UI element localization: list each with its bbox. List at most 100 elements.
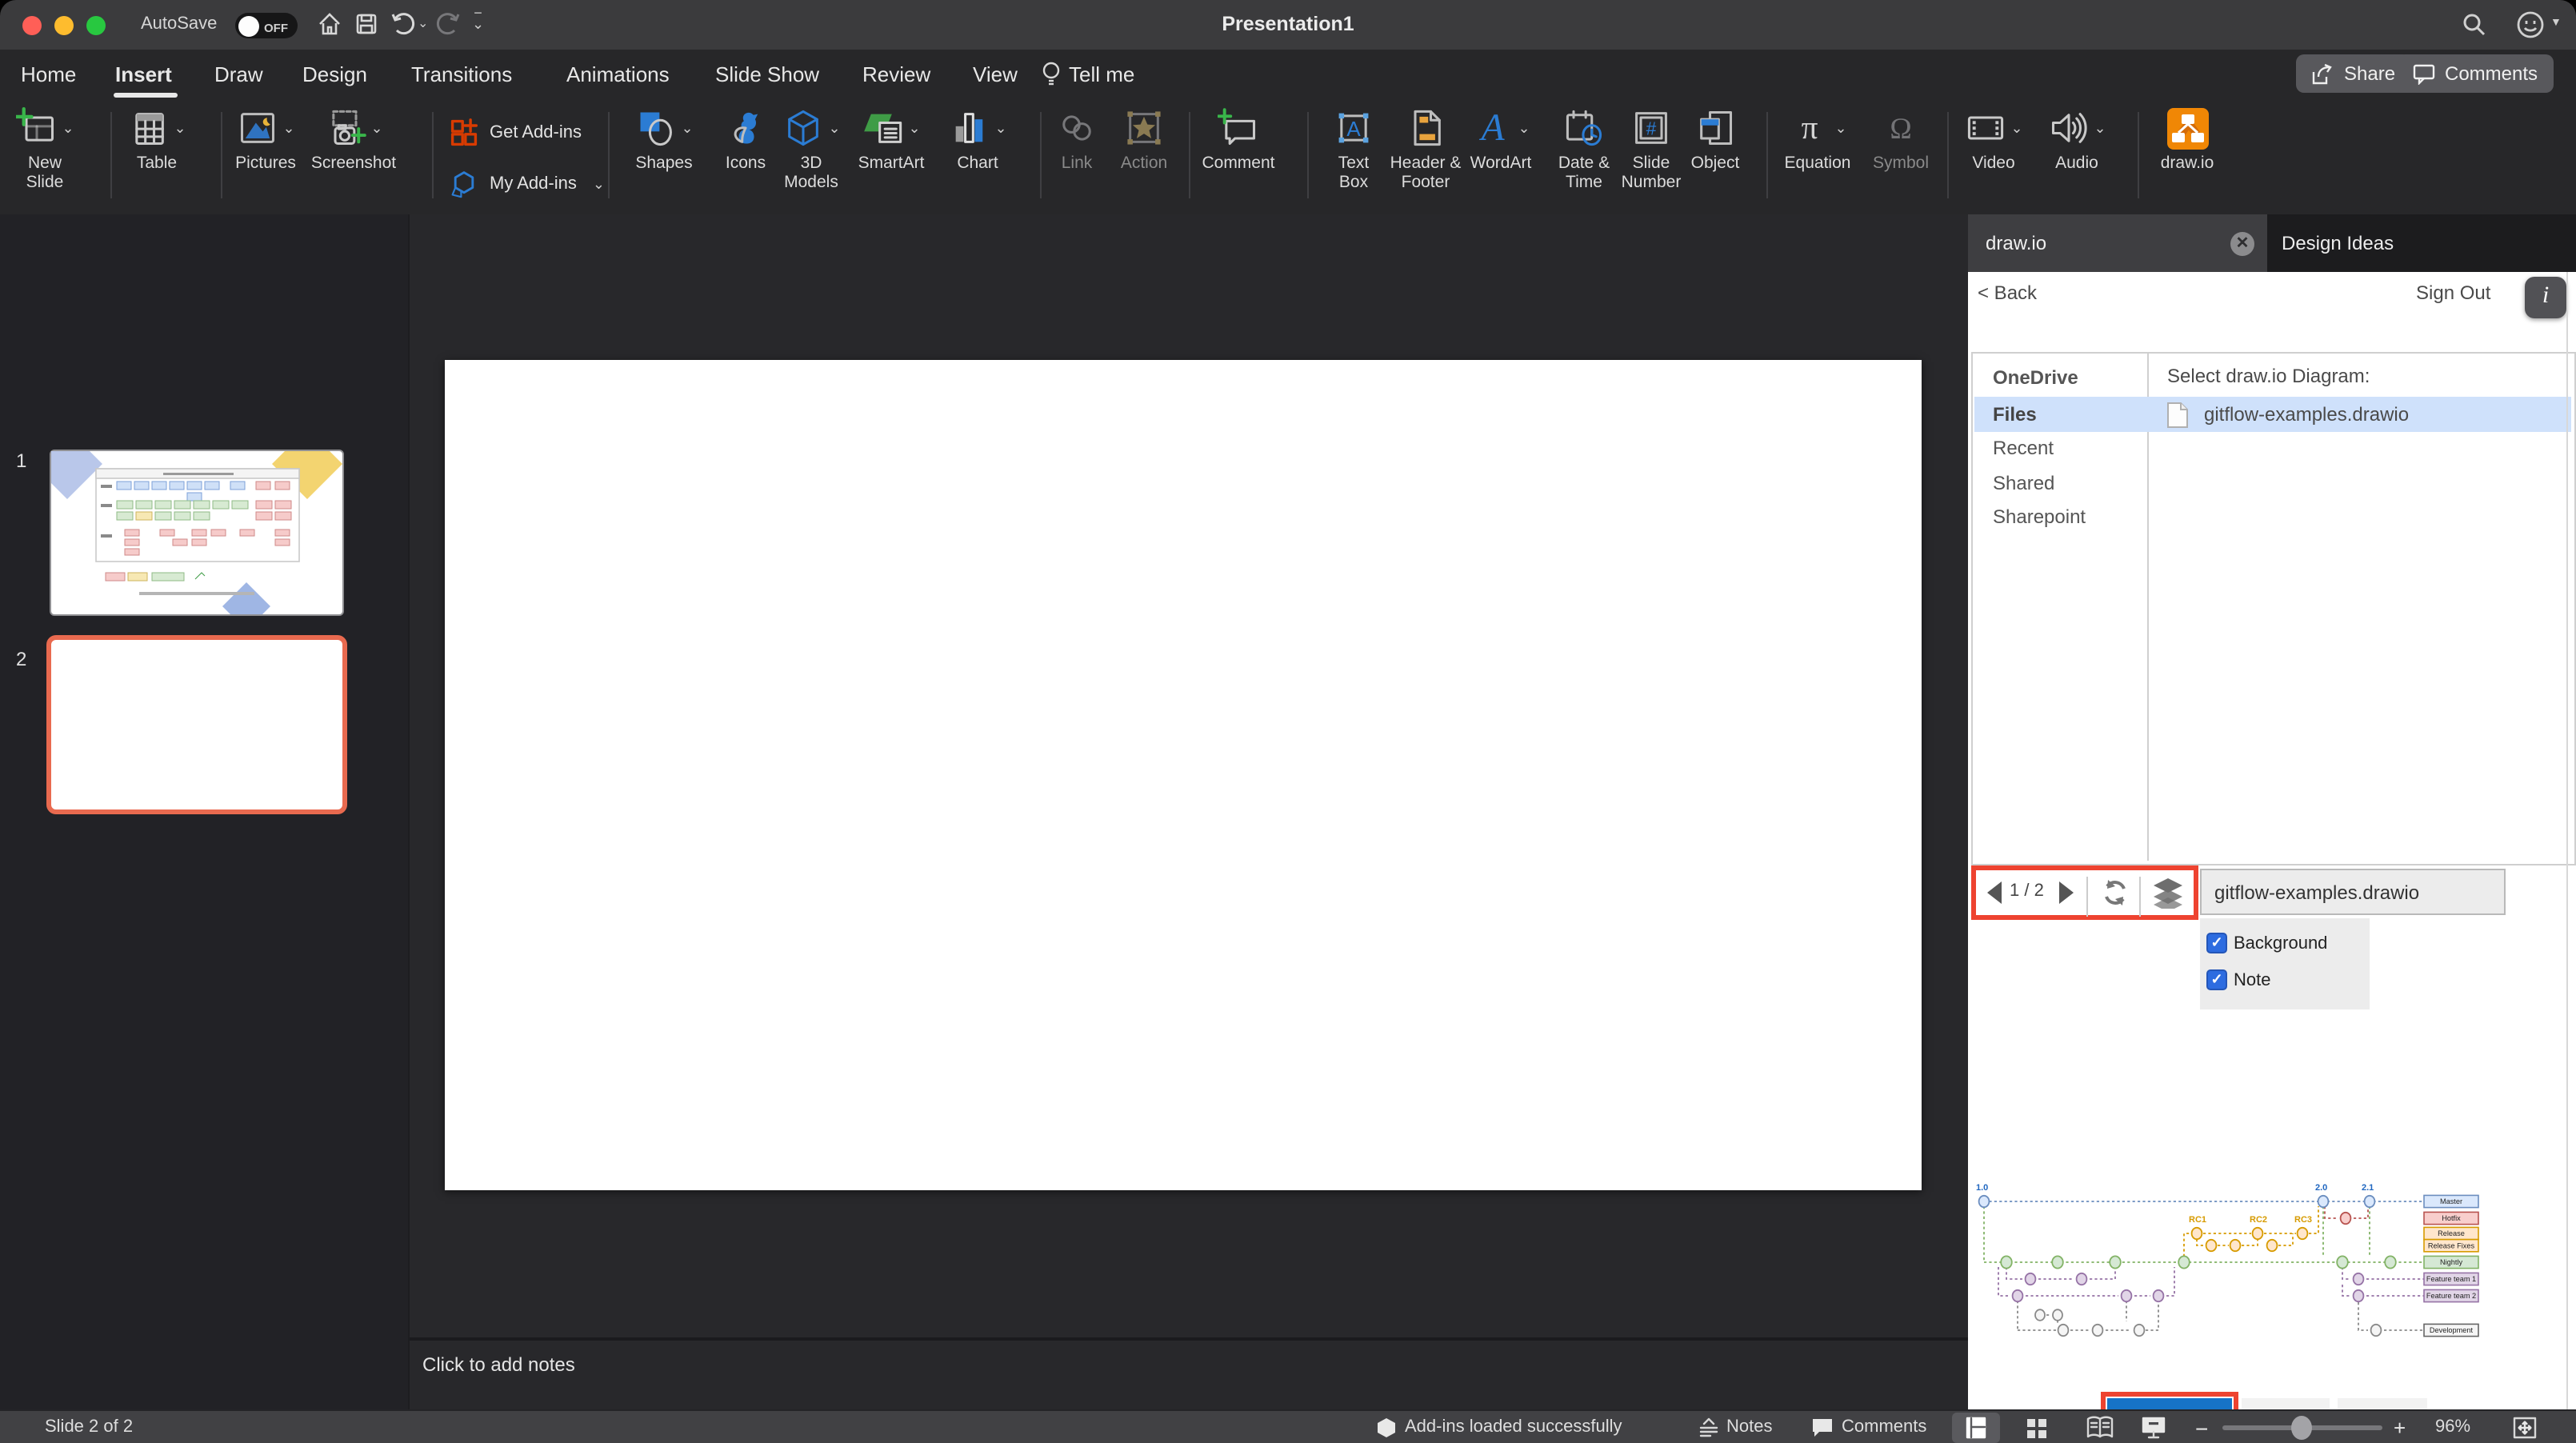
shapes-button[interactable]: ⌄ Shapes	[627, 106, 701, 174]
tab-insert[interactable]: Insert	[115, 62, 172, 86]
diagram-filename-input[interactable]: gitflow-examples.drawio	[2200, 869, 2506, 915]
slide-number-button[interactable]: # Slide Number	[1613, 106, 1690, 192]
screenshot-chevron[interactable]: ⌄	[370, 119, 382, 137]
audio-chevron[interactable]: ⌄	[2094, 119, 2106, 137]
3d-models-chevron[interactable]: ⌄	[828, 119, 840, 137]
taskpane-tab-design-ideas[interactable]: Design Ideas	[2267, 214, 2576, 272]
page-nav-annotation: 1 / 2	[1971, 865, 2198, 920]
group-divider	[1040, 112, 1042, 198]
next-page-button[interactable]	[2059, 881, 2074, 904]
sidebar-item-files[interactable]: Files	[1974, 397, 2166, 431]
branch-nightly: Nightly	[2440, 1258, 2462, 1266]
sidebar-item-shared[interactable]: Shared	[1974, 466, 2166, 500]
account-icon[interactable]	[2515, 10, 2546, 40]
tab-review[interactable]: Review	[862, 62, 930, 86]
group-divider	[110, 112, 112, 198]
slide-2-thumbnail-selected[interactable]	[46, 635, 347, 814]
notes-toggle[interactable]: Notes	[1726, 1417, 1773, 1437]
zoom-slider-thumb[interactable]	[2291, 1416, 2312, 1440]
back-link[interactable]: < Back	[1978, 282, 2037, 304]
search-icon[interactable]	[2461, 11, 2488, 38]
tab-transitions[interactable]: Transitions	[411, 62, 512, 86]
taskpane-tab-drawio-label: draw.io	[1986, 232, 2047, 254]
sidebar-item-sharepoint[interactable]: Sharepoint	[1974, 500, 2166, 534]
tab-tell-me[interactable]: Tell me	[1069, 62, 1134, 86]
reading-view-icon[interactable]	[2086, 1416, 2114, 1440]
new-slide-button[interactable]: ⌄ New Slide	[8, 106, 82, 192]
tab-home[interactable]: Home	[21, 62, 76, 86]
account-dropdown-chevron[interactable]: ▼	[2550, 18, 2562, 29]
comment-button[interactable]: Comment	[1197, 106, 1280, 174]
file-row-selected[interactable]: gitflow-examples.drawio	[2148, 397, 2570, 432]
pictures-button[interactable]: ⌄ Pictures	[229, 106, 302, 174]
zoom-out-button[interactable]: −	[2195, 1415, 2208, 1441]
background-option[interactable]: ✓ Background	[2206, 933, 2327, 953]
slide-canvas[interactable]	[445, 360, 1922, 1190]
smartart-chevron[interactable]: ⌄	[908, 119, 920, 137]
group-divider	[432, 112, 434, 198]
refresh-icon[interactable]	[2101, 878, 2130, 907]
chart-button[interactable]: ⌄ Chart	[944, 106, 1011, 174]
pictures-chevron[interactable]: ⌄	[282, 119, 294, 137]
3d-models-button[interactable]: ⌄ 3D Models	[774, 106, 848, 192]
my-addins-button[interactable]: My Add-ins ⌄	[450, 170, 605, 198]
tab-animations[interactable]: Animations	[566, 62, 670, 86]
note-checkbox[interactable]: ✓	[2206, 969, 2227, 990]
slideshow-view-icon[interactable]	[2141, 1416, 2166, 1440]
video-chevron[interactable]: ⌄	[2010, 119, 2022, 137]
shapes-chevron[interactable]: ⌄	[681, 119, 693, 137]
get-addins-button[interactable]: Get Add-ins	[450, 118, 582, 147]
taskpane-tab-drawio[interactable]: draw.io ✕	[1968, 214, 2267, 272]
zoom-percent[interactable]: 96%	[2435, 1417, 2470, 1437]
chart-chevron[interactable]: ⌄	[994, 119, 1006, 137]
wordart-chevron[interactable]: ⌄	[1518, 119, 1530, 137]
table-button[interactable]: ⌄ Table	[123, 106, 190, 174]
note-option[interactable]: ✓ Note	[2206, 969, 2271, 990]
screenshot-button[interactable]: ⌄ Screenshot	[307, 106, 400, 174]
comments-toggle[interactable]: Comments	[1842, 1417, 1926, 1437]
wordart-button[interactable]: A ⌄ WordArt	[1462, 106, 1539, 174]
notes-placeholder[interactable]: Click to add notes	[422, 1353, 575, 1376]
header-footer-button[interactable]: Header & Footer	[1382, 106, 1469, 192]
tab-design[interactable]: Design	[302, 62, 367, 86]
prev-page-button[interactable]	[1987, 881, 2002, 904]
notes-divider[interactable]	[410, 1337, 1970, 1341]
fit-slide-icon[interactable]	[2512, 1416, 2538, 1440]
my-addins-chevron[interactable]: ⌄	[593, 175, 605, 193]
sign-out-link[interactable]: Sign Out	[2416, 282, 2490, 304]
sidebar-item-onedrive[interactable]: OneDrive	[1974, 360, 2166, 394]
tab-draw[interactable]: Draw	[214, 62, 263, 86]
diagram-preview[interactable]: 1.0 2.0 2.1 RC1 RC2 RC3 Master Hotfix Re…	[1970, 1173, 2574, 1361]
smartart-button[interactable]: ⌄ SmartArt	[850, 106, 933, 174]
date-time-button[interactable]: Date & Time	[1549, 106, 1619, 192]
slide-1-thumbnail[interactable]	[32, 429, 344, 630]
info-badge[interactable]: i	[2525, 277, 2566, 318]
new-slide-chevron[interactable]: ⌄	[62, 119, 74, 137]
share-button[interactable]: Share	[2296, 54, 2412, 93]
comments-button[interactable]: Comments	[2397, 54, 2554, 93]
tab-slide-show[interactable]: Slide Show	[715, 62, 819, 86]
equation-button[interactable]: π ⌄ Equation	[1776, 106, 1859, 174]
layers-icon[interactable]	[2152, 877, 2184, 909]
equation-chevron[interactable]: ⌄	[1834, 119, 1846, 137]
slide-sorter-view-icon[interactable]	[2026, 1417, 2048, 1440]
zoom-in-button[interactable]: +	[2394, 1415, 2406, 1439]
video-button[interactable]: ⌄ Video	[1962, 106, 2026, 174]
tab-view[interactable]: View	[973, 62, 1018, 86]
sidebar-item-recent[interactable]: Recent	[1974, 431, 2166, 466]
table-chevron[interactable]: ⌄	[174, 119, 186, 137]
close-taskpane-icon[interactable]: ✕	[2230, 231, 2254, 255]
pane-scrollbar-track[interactable]	[2566, 272, 2568, 1409]
normal-view-icon[interactable]	[1965, 1416, 1987, 1440]
slide-number-icon: #	[1635, 112, 1667, 144]
file-name: gitflow-examples.drawio	[2204, 403, 2410, 426]
recent-label: Recent	[1993, 437, 2054, 460]
object-button[interactable]: Object	[1683, 106, 1747, 174]
background-checkbox[interactable]: ✓	[2206, 933, 2227, 953]
slide-1-number: 1	[16, 450, 27, 472]
tellme-bulb-icon	[1042, 62, 1060, 86]
audio-button[interactable]: ⌄ Audio	[2043, 106, 2110, 174]
text-box-button[interactable]: A Text Box	[1323, 106, 1384, 192]
drawio-ribbon-button[interactable]: draw.io	[2150, 106, 2224, 174]
icons-button[interactable]: Icons	[717, 106, 774, 174]
